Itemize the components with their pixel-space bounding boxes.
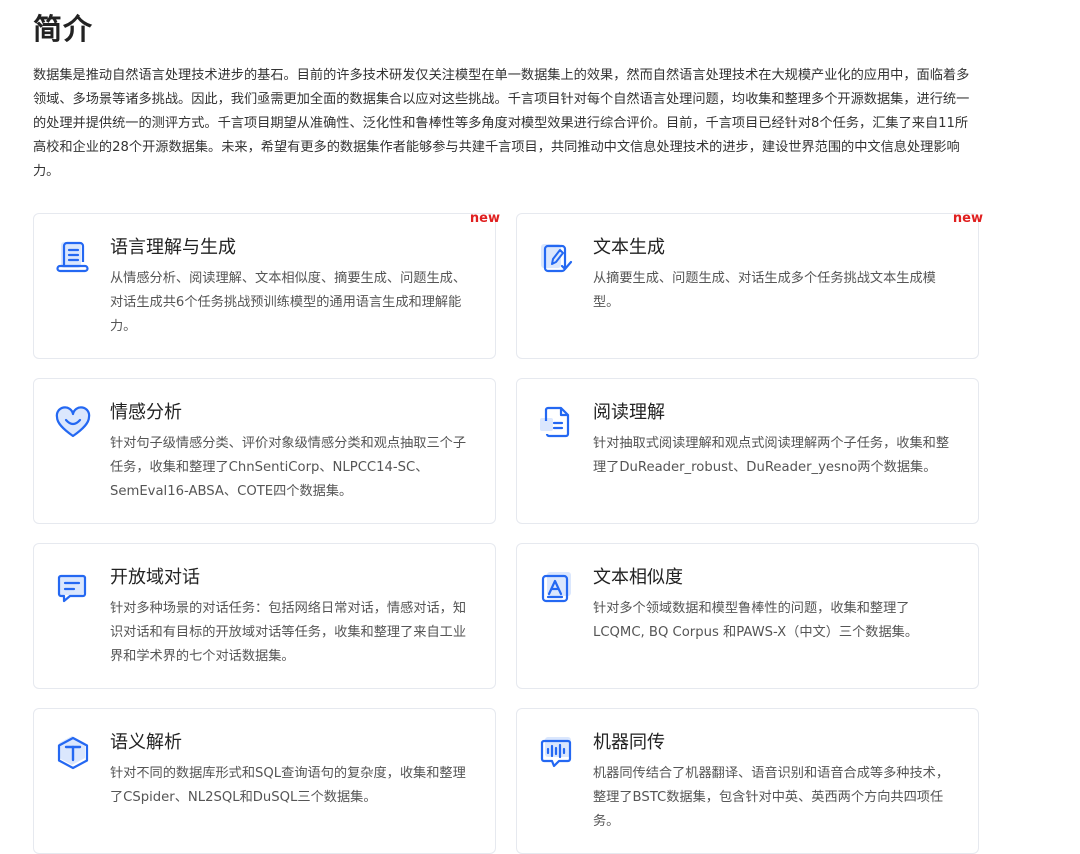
task-card-sentiment-analysis[interactable]: 情感分析 针对句子级情感分类、评价对象级情感分类和观点抽取三个子任务，收集和整理…	[33, 378, 496, 524]
smile-heart-icon	[52, 401, 94, 443]
card-description: 从摘要生成、问题生成、对话生成多个任务挑战文本生成模型。	[593, 271, 936, 310]
task-card-text-similarity[interactable]: 文本相似度 针对多个领域数据和模型鲁棒性的问题，收集和整理了LCQMC, BQ …	[516, 543, 979, 689]
letter-a-icon	[535, 566, 577, 608]
card-title: 文本相似度	[593, 567, 683, 588]
task-card-grid: new 语言理解与生成 从情感分析、阅读理解、文本相似度、摘要生成、问题生成、对…	[33, 211, 983, 854]
card-title: 开放域对话	[110, 567, 200, 588]
chat-bubble-icon	[52, 566, 94, 608]
card-description: 针对多种场景的对话任务：包括网络日常对话，情感对话，知识对话和有目标的开放域对话…	[110, 601, 467, 664]
card-description: 机器同传结合了机器翻译、语音识别和语音合成等多种技术，整理了BSTC数据集，包含…	[593, 766, 950, 829]
card-description: 针对句子级情感分类、评价对象级情感分类和观点抽取三个子任务，收集和整理了ChnS…	[110, 436, 467, 499]
card-title: 语言理解与生成	[110, 237, 236, 258]
task-card-reading-comprehension[interactable]: 阅读理解 针对抽取式阅读理解和观点式阅读理解两个子任务，收集和整理了DuRead…	[516, 378, 979, 524]
new-badge: new	[469, 211, 500, 226]
card-title: 情感分析	[110, 402, 182, 423]
task-card-open-domain-dialogue[interactable]: 开放域对话 针对多种场景的对话任务：包括网络日常对话，情感对话，知识对话和有目标…	[33, 543, 496, 689]
card-title: 文本生成	[593, 237, 665, 258]
card-description: 针对不同的数据库形式和SQL查询语句的复杂度，收集和整理了CSpider、NL2…	[110, 766, 466, 805]
reading-doc-icon	[535, 401, 577, 443]
audio-wave-icon	[535, 731, 577, 773]
card-description: 针对多个领域数据和模型鲁棒性的问题，收集和整理了LCQMC, BQ Corpus…	[593, 601, 919, 640]
letter-t-icon	[52, 731, 94, 773]
task-card-language-understanding-generation[interactable]: new 语言理解与生成 从情感分析、阅读理解、文本相似度、摘要生成、问题生成、对…	[33, 211, 500, 359]
card-description: 针对抽取式阅读理解和观点式阅读理解两个子任务，收集和整理了DuReader_ro…	[593, 436, 950, 475]
new-badge: new	[952, 211, 983, 226]
task-card-semantic-parsing[interactable]: 语义解析 针对不同的数据库形式和SQL查询语句的复杂度，收集和整理了CSpide…	[33, 708, 496, 854]
intro-paragraph: 数据集是推动自然语言处理技术进步的基石。目前的许多技术研发仅关注模型在单一数据集…	[33, 68, 970, 179]
card-title: 语义解析	[110, 732, 182, 753]
task-card-text-generation[interactable]: new 文本生成 从摘要生成、问题生成、对话生成多个任务挑战文本生成模型。	[516, 211, 983, 359]
card-description: 从情感分析、阅读理解、文本相似度、摘要生成、问题生成、对话生成共6个任务挑战预训…	[110, 271, 467, 334]
page-title: 简介	[33, 12, 94, 46]
task-card-simultaneous-translation[interactable]: 机器同传 机器同传结合了机器翻译、语音识别和语音合成等多种技术，整理了BSTC数…	[516, 708, 979, 854]
pen-edit-icon	[535, 236, 577, 278]
card-title: 机器同传	[593, 732, 665, 753]
card-title: 阅读理解	[593, 402, 665, 423]
document-list-icon	[52, 236, 94, 278]
